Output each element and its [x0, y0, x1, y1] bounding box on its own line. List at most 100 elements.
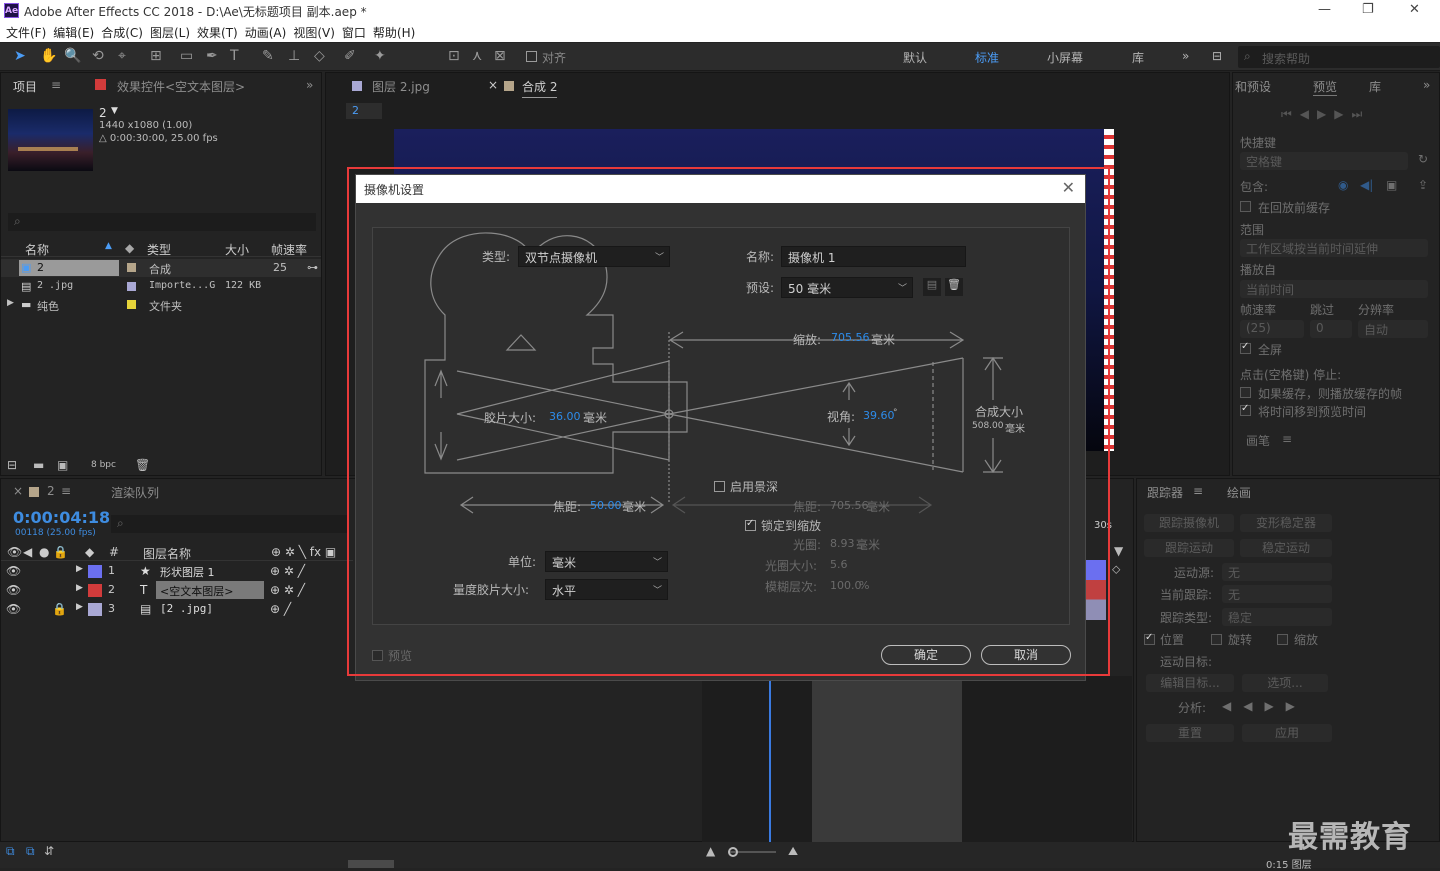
layer-row[interactable]: 👁 ▶ 2 T <空文本图层> ⊕ ✲ ╱	[0, 581, 352, 599]
label-col-icon[interactable]: ◆	[125, 241, 134, 255]
horizontal-scrollbar[interactable]	[348, 860, 394, 868]
project-row[interactable]: ▤ 2 .jpg Importe...G 122 KB	[1, 278, 321, 296]
menu-file[interactable]: 文件(F)	[6, 22, 53, 42]
export-icon[interactable]: ⇪	[1418, 178, 1428, 192]
world-axis-icon[interactable]: ⋏	[472, 48, 482, 64]
expand-arrow-icon[interactable]: ▶	[7, 298, 14, 308]
project-row[interactable]: ▶ ▬ 纯色 文件夹	[1, 296, 321, 314]
camera-tool-icon[interactable]: ⌖	[118, 48, 126, 64]
tab-tracker[interactable]: 跟踪器	[1147, 484, 1183, 501]
stamp-tool-icon[interactable]: ⊥	[288, 48, 300, 64]
comp-marker-icon[interactable]: ▼	[1114, 544, 1123, 558]
new-folder-icon[interactable]: ▬	[33, 458, 44, 472]
track-motion-button[interactable]: 跟踪运动	[1144, 539, 1234, 557]
brush-menu-icon[interactable]: ≡	[1282, 432, 1292, 446]
menu-edit[interactable]: 编辑(E)	[53, 22, 101, 42]
visibility-eye-icon[interactable]: 👁	[6, 564, 21, 578]
solo-icon[interactable]: ●	[39, 545, 49, 559]
panel-expand-icon[interactable]: »	[1423, 78, 1430, 92]
interpret-footage-icon[interactable]: ⊟	[7, 458, 17, 472]
tab-preview[interactable]: 预览	[1313, 78, 1338, 96]
tab-project-menu-icon[interactable]: ≡	[51, 78, 61, 92]
pan-behind-tool-icon[interactable]: ⊞	[150, 48, 162, 64]
tab-effect-controls[interactable]: 效果控件<空文本图层>	[117, 78, 245, 95]
render-toggle-icon[interactable]: ⧉	[6, 844, 15, 859]
menu-help[interactable]: 帮助(H)	[373, 22, 422, 42]
track-type-select[interactable]: 稳定	[1222, 608, 1332, 626]
tab-timeline-comp[interactable]: 2	[47, 484, 55, 498]
eye-icon[interactable]: 👁	[7, 545, 22, 559]
flowchart-toggle-icon[interactable]: ⧉	[26, 844, 35, 859]
skip-select[interactable]: 0	[1310, 320, 1352, 338]
zoom-out-icon[interactable]: ▲	[706, 844, 715, 858]
comp-dropdown-icon[interactable]: ▼	[111, 106, 118, 116]
col-size[interactable]: 大小	[225, 241, 249, 258]
bpc-label[interactable]: 8 bpc	[91, 460, 116, 470]
zoom-slider-handle[interactable]	[728, 847, 738, 857]
tab-comp-viewer[interactable]: 合成 2	[522, 78, 558, 98]
fullscreen-checkbox[interactable]	[1240, 341, 1251, 354]
expand-toggle-icon[interactable]: ⇵	[44, 844, 54, 858]
menu-composition[interactable]: 合成(C)	[101, 22, 150, 42]
zoom-in-icon[interactable]: ⛰	[788, 844, 798, 859]
snap-icon[interactable]: ⬦	[1112, 562, 1120, 577]
visibility-eye-icon[interactable]: 👁	[6, 602, 21, 616]
range-select[interactable]: 工作区域按当前时间延伸	[1240, 239, 1428, 257]
play-from-select[interactable]: 当前时间	[1240, 280, 1428, 298]
layer-label-swatch[interactable]	[88, 565, 102, 578]
tab-render-queue[interactable]: 渲染队列	[111, 484, 159, 501]
video-toggle-icon[interactable]: ◉	[1338, 178, 1348, 192]
tab-project[interactable]: 项目	[13, 78, 37, 95]
work-area-bar[interactable]	[812, 676, 962, 842]
overlay-toggle-icon[interactable]: ▣	[1386, 178, 1397, 192]
layer-switches[interactable]: ⊕ ✲ ╱	[270, 564, 305, 578]
scale-checkbox[interactable]	[1277, 634, 1288, 645]
timeline-search-input[interactable]: ⌕	[111, 515, 347, 533]
selection-tool-icon[interactable]: ➤	[14, 48, 26, 64]
pen-tool-icon[interactable]: ✒	[206, 48, 218, 64]
playhead-line[interactable]	[769, 676, 771, 842]
roto-tool-icon[interactable]: ✐	[344, 48, 356, 64]
label-col-icon[interactable]: ◆	[85, 545, 94, 559]
rotation-checkbox[interactable]	[1211, 634, 1222, 645]
resolution-select[interactable]: 自动	[1358, 320, 1428, 338]
restore-icon[interactable]: ❐	[1362, 2, 1374, 17]
col-name[interactable]: 名称	[25, 241, 49, 258]
delete-icon[interactable]: 🗑	[135, 458, 150, 472]
playback-controls[interactable]: ⏮◀▶▶⏭	[1281, 107, 1370, 122]
close-tab-icon[interactable]: ×	[13, 484, 23, 498]
layer-switches[interactable]: ⊕ ╱	[270, 602, 291, 616]
help-search-input[interactable]: ⌕ 搜索帮助	[1238, 46, 1440, 68]
puppet-tool-icon[interactable]: ✦	[374, 48, 386, 64]
workspace-small-screen[interactable]: 小屏幕	[1047, 49, 1083, 66]
layer-label-swatch[interactable]	[88, 584, 102, 597]
layer-switches[interactable]: ⊕ ✲ ╱	[270, 583, 305, 597]
edit-target-button[interactable]: 编辑目标...	[1146, 674, 1234, 692]
col-type[interactable]: 类型	[147, 241, 171, 258]
workspace-default[interactable]: 默认	[903, 49, 927, 66]
tracker-menu-icon[interactable]: ≡	[1193, 484, 1203, 498]
rectangle-tool-icon[interactable]: ▭	[180, 48, 193, 64]
zoom-tool-icon[interactable]: 🔍	[64, 48, 81, 64]
more-workspaces-icon[interactable]: »	[1182, 49, 1189, 63]
options-button[interactable]: 选项...	[1242, 674, 1328, 692]
track-camera-button[interactable]: 跟踪摄像机	[1144, 514, 1234, 532]
apply-button[interactable]: 应用	[1242, 724, 1332, 742]
lock-icon[interactable]: 🔒	[53, 545, 68, 559]
project-row[interactable]: ▣ 2 合成 25 ⊶	[1, 259, 321, 277]
local-axis-icon[interactable]: ⊡	[448, 48, 460, 64]
menu-window[interactable]: 窗口	[342, 22, 373, 42]
flowchart-icon[interactable]: ⊶	[307, 261, 318, 274]
analyze-controls[interactable]: ◀◀▶▶	[1222, 699, 1307, 713]
layer-row[interactable]: 👁 🔒 ▶ 3 ▤ [2 .jpg] ⊕ ╱	[0, 600, 352, 618]
layer-name-col[interactable]: 图层名称	[143, 545, 191, 562]
reset-icon[interactable]: ↻	[1418, 152, 1428, 166]
col-fps[interactable]: 帧速率	[271, 241, 307, 258]
reset-button[interactable]: 重置	[1146, 724, 1234, 742]
layer-label-swatch[interactable]	[88, 603, 102, 616]
project-search-input[interactable]: ⌕	[8, 213, 316, 231]
menu-view[interactable]: 视图(V)	[293, 22, 342, 42]
audio-icon[interactable]: ◀	[23, 545, 32, 559]
switches-icon[interactable]: ⊕ ✲ ╲ fx ▣	[271, 545, 336, 559]
sort-asc-icon[interactable]: ▲	[105, 241, 112, 251]
